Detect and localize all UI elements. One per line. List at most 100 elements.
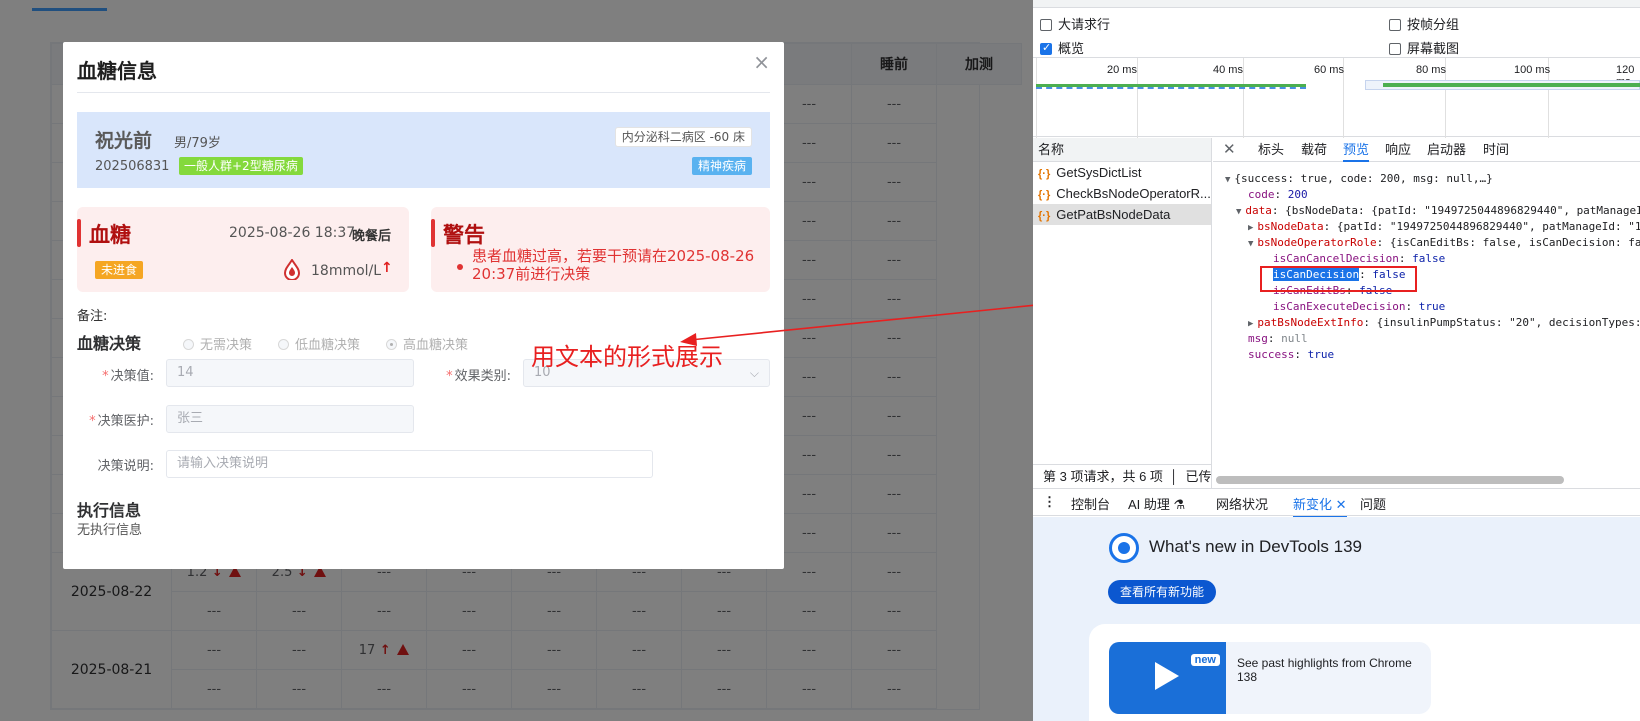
tab-preview[interactable]: 预览 bbox=[1343, 138, 1370, 162]
request-list-header: 名称 bbox=[1033, 138, 1211, 162]
checkbox-overview[interactable]: 概览 bbox=[1040, 38, 1084, 57]
trend-up-icon: ↑ bbox=[381, 260, 393, 276]
detail-tabs: ✕ 标头 载荷 预览 响应 启动器 时间 bbox=[1213, 138, 1640, 162]
no-exec-text: 无执行信息 bbox=[77, 523, 143, 538]
drawer-tab-ai-assistant[interactable]: AI 助理 ⚗ bbox=[1128, 494, 1185, 513]
decision-nurse-input[interactable]: 张三 bbox=[166, 405, 414, 433]
highlights-link[interactable]: new See past highlights from Chrome 138 bbox=[1109, 642, 1431, 714]
horizontal-scrollbar[interactable] bbox=[1216, 476, 1564, 484]
drawer-tab-console[interactable]: 控制台 bbox=[1071, 494, 1110, 513]
drawer-tab-whats-new[interactable]: 新变化 ✕ bbox=[1293, 494, 1347, 518]
devtools-toolbar bbox=[1033, 0, 1640, 8]
json-field[interactable]: ▶ patBsNodeExtInfo: {insulinPumpStatus: "… bbox=[1248, 316, 1640, 329]
request-item[interactable]: {·} GetSysDictList bbox=[1033, 162, 1211, 183]
patient-ward-badge: 内分泌科二病区 -60 床 bbox=[614, 127, 752, 147]
devtools-panel: 大请求行 按帧分组 概览 屏幕截图 20 ms 40 ms 60 ms 80 m… bbox=[1033, 0, 1640, 721]
json-field: code: 200 bbox=[1248, 188, 1308, 201]
tab-timing[interactable]: 时间 bbox=[1483, 138, 1509, 162]
effect-type-label: * 效果类别: bbox=[446, 369, 511, 384]
annotation-text: 用文本的形式展示 bbox=[531, 343, 723, 371]
radio-circle bbox=[278, 339, 289, 350]
xhr-icon: {·} bbox=[1038, 168, 1051, 180]
xhr-icon: {·} bbox=[1038, 210, 1051, 222]
radio-high-glucose[interactable]: 高血糖决策 bbox=[386, 334, 468, 353]
radio-low-glucose[interactable]: 低血糖决策 bbox=[278, 334, 360, 353]
xhr-icon: {·} bbox=[1038, 189, 1051, 201]
timeline-tick: 60 ms bbox=[1314, 64, 1344, 76]
network-overview-timeline[interactable]: 20 ms 40 ms 60 ms 80 ms 100 ms 120 ms bbox=[1033, 57, 1640, 138]
close-icon[interactable]: ✕ bbox=[1223, 138, 1236, 162]
json-field[interactable]: ▼ bsNodeOperatorRole: {isCanEditBs: false… bbox=[1248, 236, 1640, 249]
radio-circle bbox=[386, 339, 397, 350]
checkbox-box bbox=[1040, 41, 1052, 55]
glucose-card: 血糖 2025-08-26 18:37 晚餐后 未进食 18mmol/L ↑ bbox=[77, 207, 409, 292]
tab-headers[interactable]: 标头 bbox=[1258, 138, 1284, 162]
patient-card: 祝光前 男/79岁 202506831 一般人群+2型糖尿病 内分泌科二病区 -… bbox=[77, 112, 770, 188]
checkbox-group-frame[interactable]: 按帧分组 bbox=[1389, 14, 1459, 33]
glucose-meal: 晚餐后 bbox=[352, 229, 392, 244]
request-item[interactable]: {·} CheckBsNodeOperatorR... bbox=[1033, 183, 1211, 204]
patient-name: 祝光前 bbox=[95, 130, 153, 152]
blood-drop-icon bbox=[283, 259, 301, 280]
drawer-tabs: ⋮ 控制台 AI 助理 ⚗ 网络状况 新变化 ✕ 问题 bbox=[1033, 488, 1640, 518]
drawer-tab-issues[interactable]: 问题 bbox=[1360, 494, 1386, 513]
dialog-title: 血糖信息 bbox=[77, 59, 157, 83]
video-thumbnail[interactable]: new bbox=[1109, 642, 1226, 714]
play-icon bbox=[1155, 662, 1179, 690]
patient-id: 202506831 bbox=[95, 159, 170, 174]
glucose-card-title: 血糖 bbox=[89, 223, 131, 247]
exec-section-title: 执行信息 bbox=[77, 501, 142, 520]
accent-bar bbox=[431, 219, 435, 247]
decision-section-title: 血糖决策 bbox=[77, 334, 142, 353]
request-item-selected[interactable]: {·} GetPatBsNodeData bbox=[1033, 204, 1211, 225]
request-status-bar: 第 3 项请求，共 6 项 │ 已传输 bbox=[1033, 464, 1212, 488]
checkbox-screenshots[interactable]: 屏幕截图 bbox=[1389, 38, 1459, 57]
chevron-down-icon: ⌵ bbox=[749, 366, 759, 380]
whats-new-panel: What's new in DevTools 139 查看所有新功能 new S… bbox=[1033, 517, 1640, 721]
new-badge: new bbox=[1190, 654, 1220, 666]
drawer-tab-network-conditions[interactable]: 网络状况 bbox=[1216, 494, 1268, 513]
checkbox-box bbox=[1389, 19, 1401, 31]
remark-label: 备注: bbox=[77, 309, 108, 324]
patient-disease-tag: 精神疾病 bbox=[691, 157, 752, 175]
warning-card: 警告 患者血糖过高，若要干预请在2025-08-26 20:37前进行决策 bbox=[431, 207, 770, 292]
checkbox-large-rows[interactable]: 大请求行 bbox=[1040, 14, 1110, 33]
fasting-status-badge: 未进食 bbox=[95, 261, 144, 279]
patient-category-tag: 一般人群+2型糖尿病 bbox=[179, 157, 303, 175]
timeline-tick: 20 ms bbox=[1107, 64, 1137, 76]
radio-no-decision[interactable]: 无需决策 bbox=[183, 334, 252, 353]
highlights-text: See past highlights from Chrome 138 bbox=[1237, 656, 1412, 684]
tab-response[interactable]: 响应 bbox=[1385, 138, 1411, 162]
json-preview: ▼ {success: true, code: 200, msg: null,…}… bbox=[1213, 163, 1640, 463]
timeline-tick: 100 ms bbox=[1514, 64, 1551, 76]
close-icon[interactable]: × bbox=[753, 50, 770, 74]
radio-label: 无需决策 bbox=[200, 338, 253, 353]
checkbox-box bbox=[1389, 43, 1401, 55]
decision-value-input[interactable]: 14 bbox=[166, 359, 414, 387]
radio-label: 高血糖决策 bbox=[403, 338, 469, 353]
json-field: success: true bbox=[1248, 348, 1335, 361]
request-list: 名称 {·} GetSysDictList {·} CheckBsNodeOpera… bbox=[1033, 138, 1212, 488]
json-field: msg: null bbox=[1248, 332, 1308, 345]
patient-gender-age: 男/79岁 bbox=[174, 136, 221, 151]
tab-payload[interactable]: 载荷 bbox=[1301, 138, 1327, 162]
json-field: isCanCancelDecision: false bbox=[1273, 252, 1446, 265]
tab-initiator[interactable]: 启动器 bbox=[1427, 138, 1466, 162]
decision-desc-label: 决策说明: bbox=[97, 459, 154, 474]
annotation-highlight-box bbox=[1260, 266, 1417, 292]
devtools-logo-icon bbox=[1109, 533, 1139, 563]
json-root[interactable]: ▼ {success: true, code: 200, msg: null,…} bbox=[1225, 172, 1493, 185]
timeline-tick: 40 ms bbox=[1213, 64, 1243, 76]
radio-circle bbox=[183, 339, 194, 350]
divider bbox=[77, 92, 770, 93]
warning-text: 患者血糖过高，若要干预请在2025-08-26 20:37前进行决策 bbox=[472, 247, 755, 283]
decision-value-label: * 决策值: bbox=[102, 369, 154, 384]
bullet-dot bbox=[457, 264, 463, 270]
decision-desc-input[interactable]: 请输入决策说明 bbox=[166, 450, 653, 478]
more-icon[interactable]: ⋮ bbox=[1043, 494, 1056, 510]
json-field[interactable]: ▼ data: {bsNodeData: {patId: "19497250448… bbox=[1236, 204, 1640, 217]
json-field[interactable]: ▶ bsNodeData: {patId: "194972504489682944… bbox=[1248, 220, 1640, 233]
radio-label: 低血糖决策 bbox=[295, 338, 361, 353]
decision-nurse-label: * 决策医护: bbox=[89, 414, 154, 429]
view-all-features-button[interactable]: 查看所有新功能 bbox=[1108, 580, 1217, 604]
